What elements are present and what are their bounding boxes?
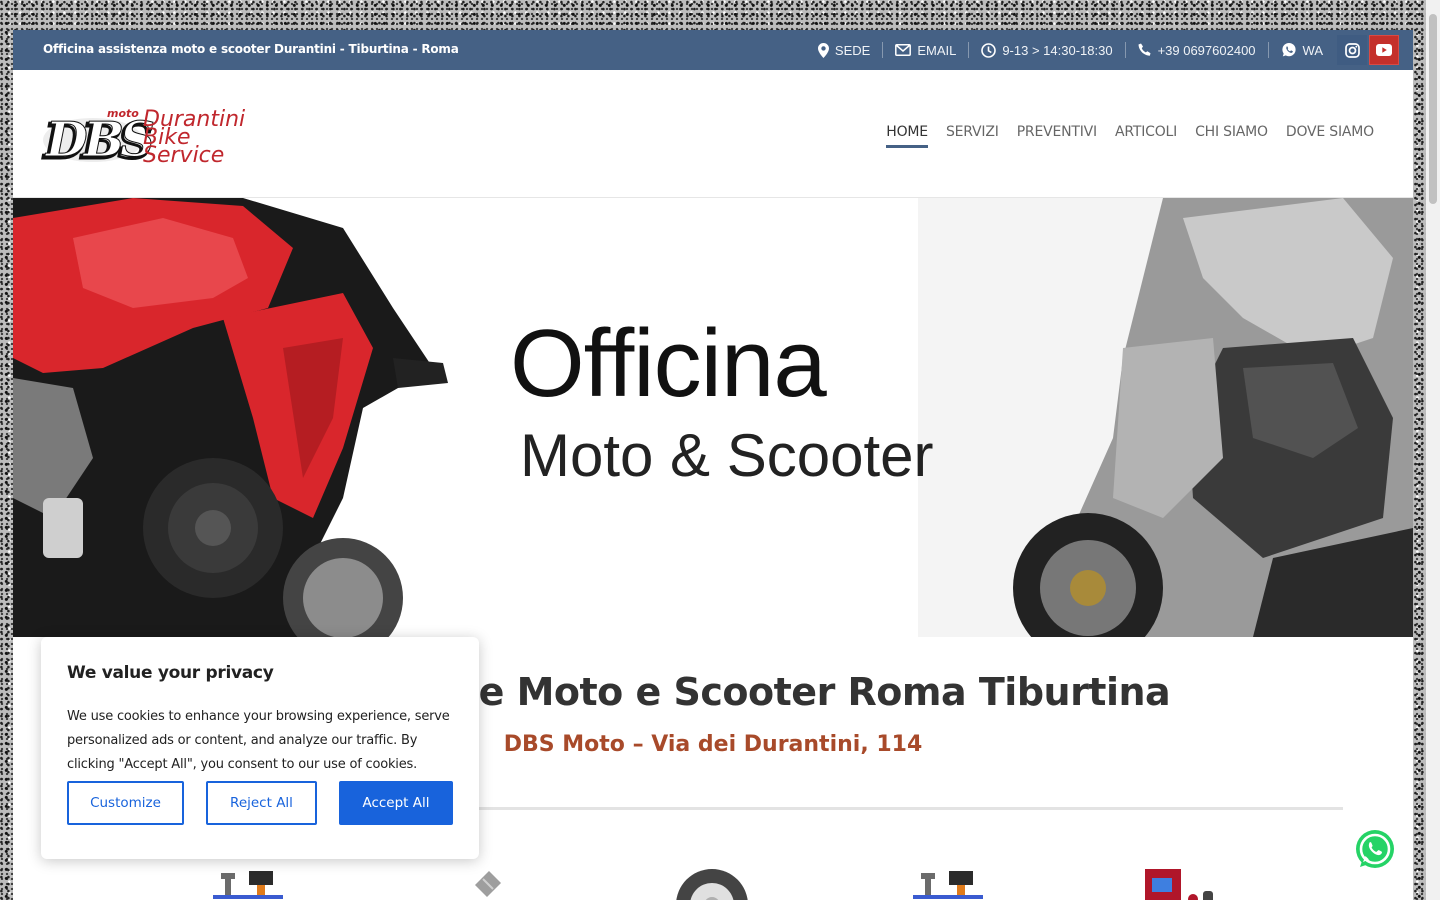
svg-text:moto: moto bbox=[107, 107, 139, 120]
tools-icon-2 bbox=[913, 871, 983, 899]
phone-label: +39 0697602400 bbox=[1157, 42, 1256, 58]
hero-banner: Officina Moto & Scooter bbox=[13, 198, 1413, 637]
top-bar: Officina assistenza moto e scooter Duran… bbox=[13, 30, 1413, 70]
nav-item-home[interactable]: HOME bbox=[877, 124, 937, 152]
reject-all-button[interactable]: Reject All bbox=[206, 781, 317, 825]
nav-item-articoli[interactable]: ARTICOLI bbox=[1106, 124, 1186, 152]
whatsapp-floating-button[interactable] bbox=[1354, 829, 1396, 871]
sede-label: SEDE bbox=[834, 42, 871, 58]
sede-link[interactable]: SEDE bbox=[806, 30, 882, 70]
youtube-button[interactable] bbox=[1369, 35, 1399, 65]
nav-item-chi-siamo[interactable]: CHI SIAMO bbox=[1186, 124, 1277, 152]
motorbike-image bbox=[13, 198, 448, 637]
whatsapp-label: WA bbox=[1302, 42, 1323, 58]
divider bbox=[453, 807, 1343, 810]
clock-icon bbox=[981, 42, 997, 58]
instagram-button[interactable] bbox=[1337, 35, 1367, 65]
hero-subtitle: Moto & Scooter bbox=[520, 422, 934, 489]
site-logo[interactable]: DBS DBS moto Durantini Bike Service bbox=[41, 104, 261, 172]
tire-icon bbox=[676, 869, 748, 900]
tools-icon bbox=[213, 871, 283, 899]
map-pin-icon bbox=[817, 42, 829, 58]
hours-link[interactable]: 9-13 > 14:30-18:30 bbox=[969, 30, 1124, 70]
email-label: EMAIL bbox=[917, 42, 957, 58]
svg-text:Service: Service bbox=[143, 143, 224, 166]
services-row bbox=[13, 865, 1413, 900]
scooter-image bbox=[918, 198, 1413, 637]
site-header: DBS DBS moto Durantini Bike Service HOME… bbox=[13, 70, 1413, 198]
hero-illustration bbox=[13, 198, 1413, 637]
email-link[interactable]: EMAIL bbox=[883, 30, 968, 70]
cookie-title: We value your privacy bbox=[67, 663, 274, 683]
accept-all-button[interactable]: Accept All bbox=[339, 781, 453, 825]
svg-text:DBS: DBS bbox=[44, 112, 153, 166]
customize-button[interactable]: Customize bbox=[67, 781, 184, 825]
nav-item-servizi[interactable]: SERVIZI bbox=[937, 124, 1008, 152]
scrollbar-thumb[interactable] bbox=[1429, 14, 1437, 204]
nav-item-preventivi[interactable]: PREVENTIVI bbox=[1008, 124, 1106, 152]
hours-label: 9-13 > 14:30-18:30 bbox=[1002, 42, 1113, 58]
cookie-consent-banner: We value your privacy We use cookies to … bbox=[41, 637, 479, 859]
hero-title: Officina bbox=[510, 310, 827, 417]
cookie-text: We use cookies to enhance your browsing … bbox=[67, 709, 450, 772]
phone-link[interactable]: +39 0697602400 bbox=[1126, 30, 1268, 70]
site-tagline: Officina assistenza moto e scooter Duran… bbox=[43, 42, 459, 56]
piston-icon bbox=[475, 871, 501, 897]
whatsapp-link[interactable]: WA bbox=[1269, 30, 1335, 70]
services-icons bbox=[213, 869, 1213, 900]
youtube-icon bbox=[1376, 44, 1392, 56]
envelope-icon bbox=[895, 44, 912, 56]
main-nav: HOME SERVIZI PREVENTIVI ARTICOLI CHI SIA… bbox=[877, 124, 1383, 152]
whatsapp-icon bbox=[1281, 43, 1296, 57]
cookie-buttons: Customize Reject All Accept All bbox=[67, 781, 453, 825]
page-scrollbar[interactable] bbox=[1426, 0, 1440, 900]
oil-icon bbox=[1145, 869, 1213, 900]
instagram-icon bbox=[1344, 42, 1360, 58]
nav-item-dove-siamo[interactable]: DOVE SIAMO bbox=[1277, 124, 1383, 152]
dbs-logo-image: DBS DBS moto Durantini Bike Service bbox=[41, 107, 246, 172]
phone-icon bbox=[1138, 43, 1151, 56]
top-bar-links: SEDE EMAIL 9-13 > 14:30-18:30 +39 069760… bbox=[806, 30, 1399, 70]
whatsapp-icon bbox=[1356, 830, 1394, 868]
